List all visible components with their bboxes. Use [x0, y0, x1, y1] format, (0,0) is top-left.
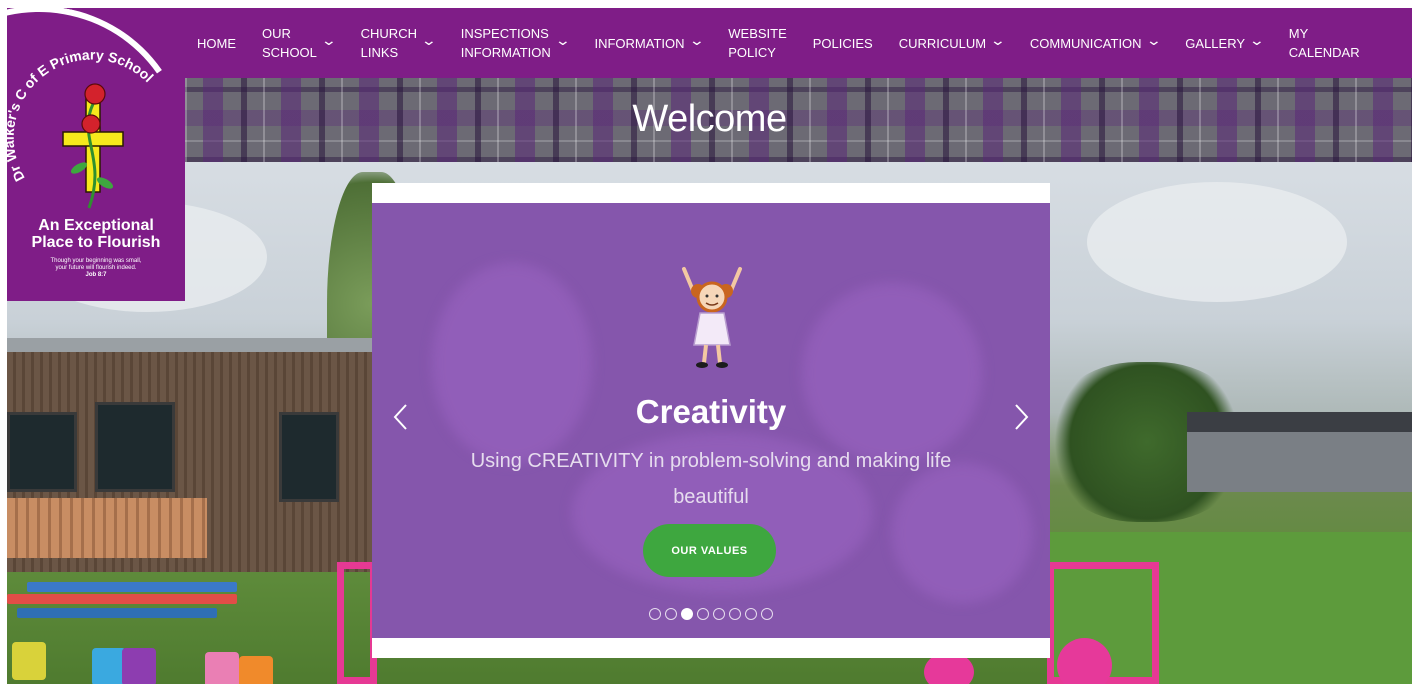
- chevron-down-icon: ⌄: [320, 31, 337, 48]
- carousel-slide: Creativity Using CREATIVITY in problem-s…: [372, 203, 1050, 638]
- logo-tagline: An Exceptional Place to Flourish: [31, 217, 161, 251]
- nav-list: HOME OUR SCHOOL ⌄ CHURCH LINKS ⌄ INSPECTIONS INF…: [197, 8, 1386, 78]
- carousel-dot[interactable]: [697, 608, 709, 620]
- carousel-dot[interactable]: [761, 608, 773, 620]
- nav-item-label: POLICIES: [812, 35, 873, 51]
- chevron-down-icon: ⌄: [554, 31, 571, 48]
- slide-title: Creativity: [635, 393, 787, 430]
- nav-item-label: MY CALENDAR: [1288, 26, 1360, 60]
- girl-mascot-icon: [682, 267, 742, 368]
- nav-item-label: CURRICULUM: [898, 35, 987, 51]
- nav-item-information[interactable]: INFORMATION ⌄: [594, 31, 705, 53]
- carousel-dot[interactable]: [649, 608, 661, 620]
- carousel-pagination: [372, 608, 1050, 620]
- nav-item-label: HOME: [197, 35, 236, 51]
- values-carousel: Creativity Using CREATIVITY in problem-s…: [372, 183, 1050, 658]
- nav-item-label: INSPECTIONS INFORMATION: [460, 26, 551, 60]
- nav-item-communication[interactable]: COMMUNICATION ⌄: [1029, 31, 1162, 53]
- school-logo[interactable]: Dr Walker's C of E Primary School An Exc…: [7, 8, 185, 301]
- nav-item-home[interactable]: HOME: [197, 34, 236, 53]
- main-nav: HOME OUR SCHOOL ⌄ CHURCH LINKS ⌄ INSPECTIONS INF…: [7, 8, 1412, 78]
- chevron-down-icon: ⌄: [688, 31, 705, 48]
- chevron-down-icon: ⌄: [989, 31, 1007, 48]
- our-values-button[interactable]: OUR VALUES: [643, 524, 776, 577]
- nav-item-label: CHURCH LINKS: [360, 26, 417, 60]
- nav-item-label: GALLERY: [1185, 35, 1246, 51]
- nav-item-policies[interactable]: POLICIES: [813, 34, 873, 53]
- nav-item-inspections-information[interactable]: INSPECTIONS INFORMATION ⌄: [460, 24, 571, 62]
- nav-item-gallery[interactable]: GALLERY ⌄: [1185, 31, 1266, 53]
- nav-item-label: INFORMATION: [594, 35, 685, 51]
- nav-item-church-links[interactable]: CHURCH LINKS ⌄: [360, 24, 438, 62]
- chevron-down-icon: ⌄: [420, 31, 438, 48]
- chevron-down-icon: ⌄: [1145, 31, 1162, 48]
- carousel-dot[interactable]: [665, 608, 677, 620]
- page-title: Welcome: [632, 98, 787, 140]
- nav-item-label: WEBSITE POLICY: [728, 26, 787, 60]
- nav-item-label: COMMUNICATION: [1029, 35, 1142, 51]
- carousel-dot[interactable]: [729, 608, 741, 620]
- nav-item-label: OUR SCHOOL: [262, 26, 317, 60]
- nav-item-curriculum[interactable]: CURRICULUM ⌄: [898, 31, 1007, 53]
- logo-crest-icon: Dr Walker's C of E Primary School: [7, 47, 157, 209]
- carousel-dot[interactable]: [681, 608, 693, 620]
- logo-verse: Though your beginning was small, your fu…: [50, 258, 142, 278]
- nav-item-our-school[interactable]: OUR SCHOOL ⌄: [262, 24, 337, 62]
- slide-description: Using CREATIVITY in problem-solving and …: [470, 450, 952, 508]
- nav-item-my-calendar[interactable]: MY CALENDAR: [1289, 24, 1360, 62]
- page-frame: Welcome HOME OUR SCHOOL ⌄ CHURCH LINKS ⌄ INSPEC…: [7, 8, 1412, 684]
- nav-item-website-policy[interactable]: WEBSITE POLICY: [728, 24, 787, 62]
- carousel-dot[interactable]: [745, 608, 757, 620]
- carousel-dot[interactable]: [713, 608, 725, 620]
- chevron-down-icon: ⌄: [1248, 31, 1266, 48]
